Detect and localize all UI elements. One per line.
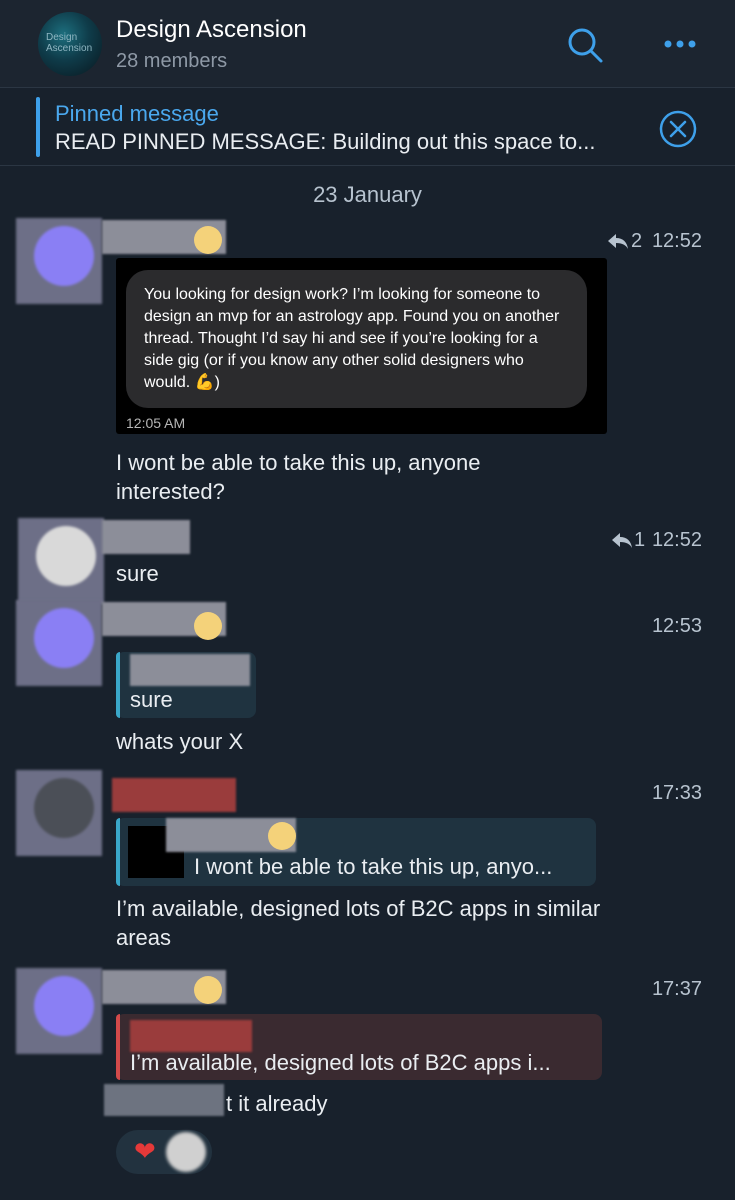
mention-redacted bbox=[104, 1084, 224, 1116]
avatar[interactable] bbox=[18, 518, 104, 604]
message-time: 12:52 bbox=[651, 529, 702, 551]
message-time: 17:37 bbox=[651, 978, 702, 1000]
message-text: sure bbox=[116, 561, 159, 586]
quoted-name-redacted bbox=[130, 654, 250, 686]
reply-quote[interactable]: I wont be able to take this up, anyo... bbox=[116, 818, 596, 886]
group-avatar[interactable]: Design Ascension bbox=[38, 12, 102, 76]
message-time: 12:53 bbox=[651, 615, 702, 637]
emoji-status-icon bbox=[194, 226, 222, 254]
reply-arrow-icon bbox=[608, 234, 628, 249]
chat-header: Design Ascension Design Ascension 28 mem… bbox=[0, 0, 735, 88]
group-avatar-text: Design bbox=[46, 32, 78, 43]
message-text: t it already bbox=[226, 1091, 328, 1116]
emoji-status-icon bbox=[268, 822, 296, 850]
reply-arrow-icon bbox=[612, 533, 632, 548]
sender-name-redacted bbox=[112, 778, 236, 812]
reply-quote[interactable]: sure bbox=[116, 652, 256, 718]
emoji-status-icon bbox=[194, 612, 222, 640]
reply-quote[interactable]: I’m available, designed lots of B2C apps… bbox=[116, 1014, 602, 1080]
message-time: 17:33 bbox=[651, 782, 702, 804]
more-horizontal-icon bbox=[664, 40, 696, 48]
sender-name-redacted bbox=[102, 520, 190, 554]
group-avatar-text: Ascension bbox=[46, 43, 93, 54]
pinned-text: READ PINNED MESSAGE: Building out this s… bbox=[55, 129, 596, 154]
avatar[interactable] bbox=[16, 218, 102, 304]
pinned-title: Pinned message bbox=[55, 101, 219, 126]
member-count: 28 members bbox=[116, 50, 228, 72]
message-text: whats your X bbox=[116, 729, 244, 754]
avatar[interactable] bbox=[16, 600, 102, 686]
group-title[interactable]: Design Ascension bbox=[116, 16, 307, 44]
avatar[interactable] bbox=[16, 770, 102, 856]
attached-screenshot[interactable]: You looking for design work? I’m looking… bbox=[116, 258, 607, 434]
message-text: I wont be able to take this up, anyone i… bbox=[116, 450, 481, 504]
message-time: 12:52 bbox=[651, 230, 702, 252]
avatar[interactable] bbox=[16, 968, 102, 1054]
quote-text: I’m available, designed lots of B2C apps… bbox=[130, 1050, 551, 1075]
screenshot-time: 12:05 AM bbox=[126, 415, 186, 431]
more-button[interactable] bbox=[658, 26, 702, 62]
message-text: I’m available, designed lots of B2C apps… bbox=[116, 896, 601, 950]
emoji-status-icon bbox=[194, 976, 222, 1004]
date-separator: 23 January bbox=[313, 182, 422, 207]
close-circle-icon[interactable] bbox=[658, 109, 698, 149]
heart-icon: ❤ bbox=[134, 1136, 156, 1166]
quote-text: sure bbox=[130, 687, 173, 712]
reaction-chip[interactable]: ❤ bbox=[116, 1130, 212, 1174]
pinned-message-bar[interactable]: Pinned message READ PINNED MESSAGE: Buil… bbox=[0, 89, 735, 166]
pinned-indicator bbox=[36, 97, 40, 157]
search-button[interactable] bbox=[564, 24, 606, 66]
search-icon bbox=[568, 28, 603, 63]
reaction-avatar bbox=[166, 1132, 206, 1172]
screenshot-bubble-text: You looking for design work? I’m looking… bbox=[126, 270, 587, 408]
quoted-name-redacted bbox=[130, 1020, 252, 1052]
quote-text: I wont be able to take this up, anyo... bbox=[194, 854, 553, 879]
